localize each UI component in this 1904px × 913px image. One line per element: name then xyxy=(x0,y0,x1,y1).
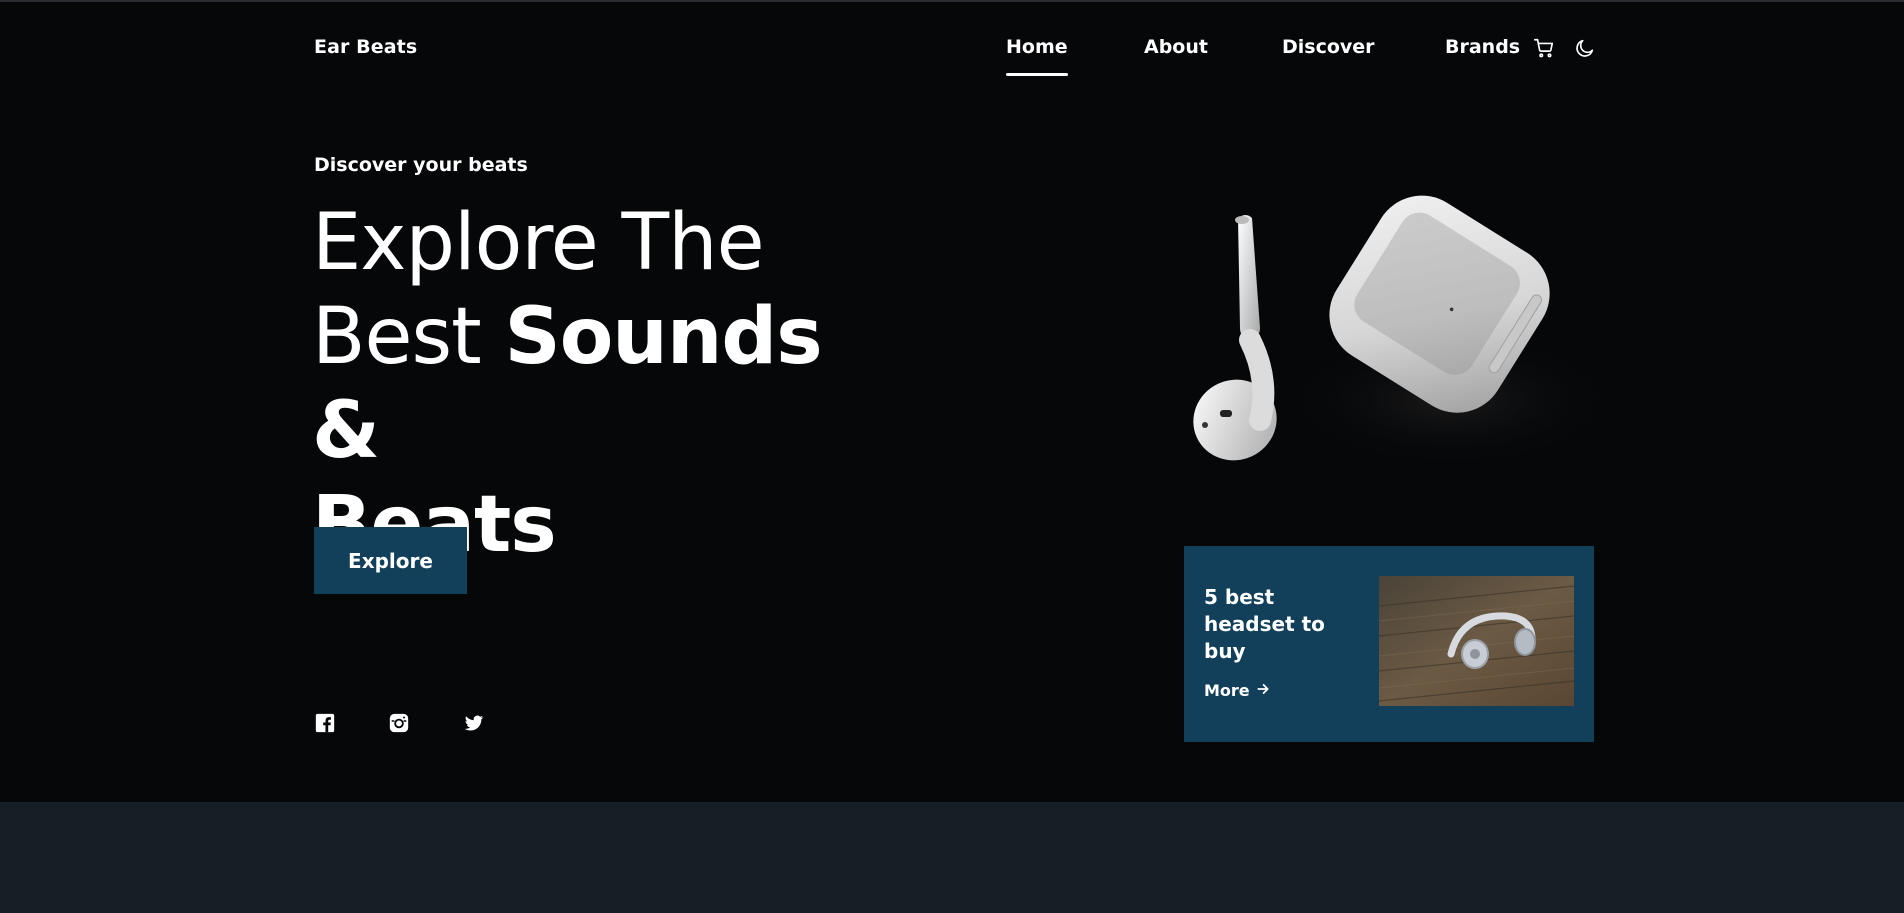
arrow-right-icon xyxy=(1256,681,1270,700)
hero-subtitle: Discover your beats xyxy=(314,154,528,176)
airpods-product-image xyxy=(1180,170,1630,500)
explore-button[interactable]: Explore xyxy=(314,527,467,594)
headline-line-2-light: Best xyxy=(312,292,482,382)
nav-about[interactable]: About xyxy=(1144,36,1208,58)
instagram-icon[interactable] xyxy=(388,712,410,734)
nav-brands[interactable]: Brands xyxy=(1445,36,1520,58)
main-nav: Home About Discover Brands xyxy=(0,36,1904,76)
card-more-label: More xyxy=(1204,681,1250,700)
twitter-icon[interactable] xyxy=(463,712,485,734)
nav-home[interactable]: Home xyxy=(1006,36,1068,76)
top-border xyxy=(0,0,1904,2)
cart-icon[interactable] xyxy=(1533,37,1555,59)
card-title: 5 best headset to buy xyxy=(1204,585,1325,663)
headline-line-1: Explore The xyxy=(312,198,765,288)
hero-headline: Explore The Best Sounds & Beats xyxy=(312,196,912,572)
featured-article-card[interactable]: 5 best headset to buy More xyxy=(1184,546,1594,742)
card-more-link[interactable]: More xyxy=(1204,681,1270,700)
next-section xyxy=(0,802,1904,913)
headphones-image xyxy=(1378,576,1575,706)
nav-discover[interactable]: Discover xyxy=(1282,36,1375,58)
facebook-icon[interactable] xyxy=(314,712,336,734)
moon-icon[interactable] xyxy=(1574,37,1596,59)
